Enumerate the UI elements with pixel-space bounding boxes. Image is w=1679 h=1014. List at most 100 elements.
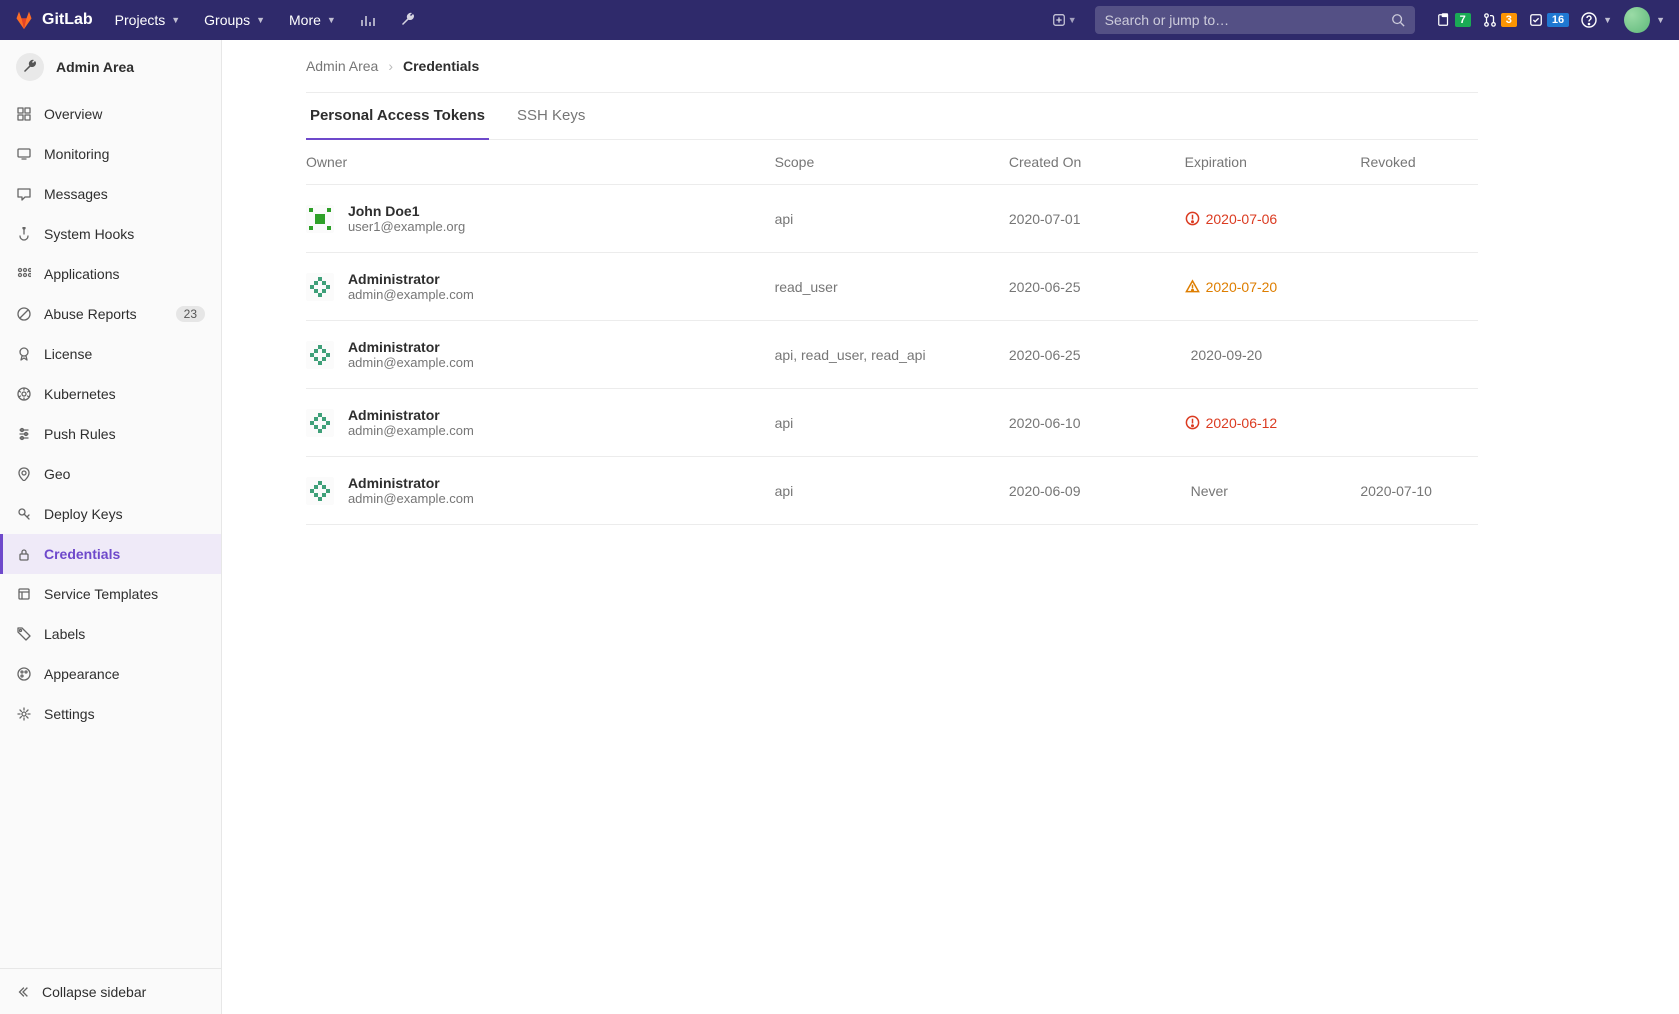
revoked-cell: [1360, 321, 1477, 389]
sidebar-item-label: Abuse Reports: [44, 306, 137, 322]
sidebar-item-service-templates[interactable]: Service Templates: [0, 574, 221, 614]
help-dropdown[interactable]: ▼: [1581, 12, 1612, 28]
sidebar-item-system-hooks[interactable]: System Hooks: [0, 214, 221, 254]
main-content: Admin Area › Credentials Personal Access…: [222, 40, 1679, 1014]
key-icon: [16, 506, 32, 522]
user-identicon: [306, 273, 334, 301]
breadcrumb-current: Credentials: [403, 58, 479, 74]
gitlab-logo-icon: [14, 10, 34, 30]
template-icon: [16, 586, 32, 602]
topbar: GitLab Projects▼ Groups▼ More▼ ▼ 7 3: [0, 0, 1679, 40]
chevron-down-icon: ▼: [1603, 15, 1612, 25]
activity-chart-icon[interactable]: [350, 12, 386, 28]
sidebar-item-label: Overview: [44, 106, 102, 122]
user-menu[interactable]: ▼: [1624, 7, 1665, 33]
expiration-date: 2020-07-06: [1206, 211, 1278, 227]
breadcrumb-root[interactable]: Admin Area: [306, 58, 378, 74]
sidebar-item-labels[interactable]: Labels: [0, 614, 221, 654]
expiration-cell: Never: [1185, 483, 1361, 499]
nav-groups-label: Groups: [204, 12, 250, 28]
nav-projects[interactable]: Projects▼: [105, 12, 191, 28]
created-cell: 2020-07-01: [1009, 185, 1185, 253]
sidebar-item-deploy-keys[interactable]: Deploy Keys: [0, 494, 221, 534]
created-cell: 2020-06-25: [1009, 321, 1185, 389]
owner-name[interactable]: John Doe1: [348, 203, 465, 219]
user-identicon: [306, 205, 334, 233]
owner-name[interactable]: Administrator: [348, 339, 474, 355]
breadcrumb-separator-icon: ›: [388, 58, 393, 74]
sidebar-item-label: Deploy Keys: [44, 506, 123, 522]
collapse-label: Collapse sidebar: [42, 984, 146, 1000]
owner-name[interactable]: Administrator: [348, 475, 474, 491]
brand-name: GitLab: [42, 11, 93, 29]
admin-wrench-icon[interactable]: [390, 12, 426, 28]
scope-cell: api: [775, 185, 1009, 253]
new-dropdown[interactable]: ▼: [1042, 13, 1087, 27]
col-owner: Owner: [306, 140, 775, 185]
todos-link[interactable]: 16: [1529, 13, 1569, 27]
sidebar-item-label: Kubernetes: [44, 386, 116, 402]
sidebar-item-credentials[interactable]: Credentials: [0, 534, 221, 574]
expiration-status-icon: [1185, 211, 1200, 226]
expiration-status-icon: [1185, 279, 1200, 294]
sidebar-item-label: Appearance: [44, 666, 120, 682]
owner-name[interactable]: Administrator: [348, 271, 474, 287]
scope-cell: api: [775, 457, 1009, 525]
expiration-date: Never: [1191, 483, 1228, 499]
expiration-date: 2020-09-20: [1191, 347, 1263, 363]
tab-personal-access-tokens[interactable]: Personal Access Tokens: [306, 93, 489, 140]
merge-requests-link[interactable]: 3: [1483, 13, 1517, 27]
user-identicon: [306, 477, 334, 505]
appearance-icon: [16, 666, 32, 682]
overview-icon: [16, 106, 32, 122]
settings-icon: [16, 706, 32, 722]
context-header[interactable]: Admin Area: [0, 40, 221, 94]
sidebar-item-appearance[interactable]: Appearance: [0, 654, 221, 694]
table-row: John Doe1user1@example.orgapi2020-07-012…: [306, 185, 1478, 253]
sidebar-item-settings[interactable]: Settings: [0, 694, 221, 734]
sidebar-item-kubernetes[interactable]: Kubernetes: [0, 374, 221, 414]
sidebar-item-push-rules[interactable]: Push Rules: [0, 414, 221, 454]
chevron-down-icon: ▼: [1656, 15, 1665, 25]
owner-email: admin@example.com: [348, 287, 474, 302]
sidebar-item-abuse-reports[interactable]: Abuse Reports23: [0, 294, 221, 334]
k8s-icon: [16, 386, 32, 402]
collapse-sidebar[interactable]: Collapse sidebar: [0, 968, 221, 1014]
tab-ssh-keys[interactable]: SSH Keys: [513, 93, 589, 139]
header-nav: Projects▼ Groups▼ More▼: [105, 12, 426, 28]
mr-count: 3: [1501, 13, 1517, 27]
created-cell: 2020-06-09: [1009, 457, 1185, 525]
sidebar-item-geo[interactable]: Geo: [0, 454, 221, 494]
license-icon: [16, 346, 32, 362]
nav-groups[interactable]: Groups▼: [194, 12, 275, 28]
expiration-cell: 2020-07-20: [1185, 279, 1361, 295]
monitor-icon: [16, 146, 32, 162]
brand-logo[interactable]: GitLab: [14, 10, 93, 30]
sidebar-item-overview[interactable]: Overview: [0, 94, 221, 134]
todos-count: 16: [1547, 13, 1569, 27]
revoked-cell: [1360, 185, 1477, 253]
expiration-status-icon: [1185, 415, 1200, 430]
sidebar-item-license[interactable]: License: [0, 334, 221, 374]
issues-link[interactable]: 7: [1437, 13, 1471, 27]
search-box[interactable]: [1095, 6, 1415, 34]
user-identicon: [306, 409, 334, 437]
sidebar-item-messages[interactable]: Messages: [0, 174, 221, 214]
user-identicon: [306, 341, 334, 369]
apps-icon: [16, 266, 32, 282]
issues-icon: [1437, 13, 1451, 27]
sidebar-item-applications[interactable]: Applications: [0, 254, 221, 294]
admin-area-icon: [16, 53, 44, 81]
sidebar-item-monitoring[interactable]: Monitoring: [0, 134, 221, 174]
search-input[interactable]: [1105, 12, 1391, 28]
sidebar-item-label: Applications: [44, 266, 120, 282]
nav-more[interactable]: More▼: [279, 12, 346, 28]
geo-icon: [16, 466, 32, 482]
table-row: Administratoradmin@example.comread_user2…: [306, 253, 1478, 321]
scope-cell: api, read_user, read_api: [775, 321, 1009, 389]
labels-icon: [16, 626, 32, 642]
owner-name[interactable]: Administrator: [348, 407, 474, 423]
sidebar-item-label: System Hooks: [44, 226, 134, 242]
lock-icon: [16, 546, 32, 562]
sidebar-item-label: Monitoring: [44, 146, 109, 162]
